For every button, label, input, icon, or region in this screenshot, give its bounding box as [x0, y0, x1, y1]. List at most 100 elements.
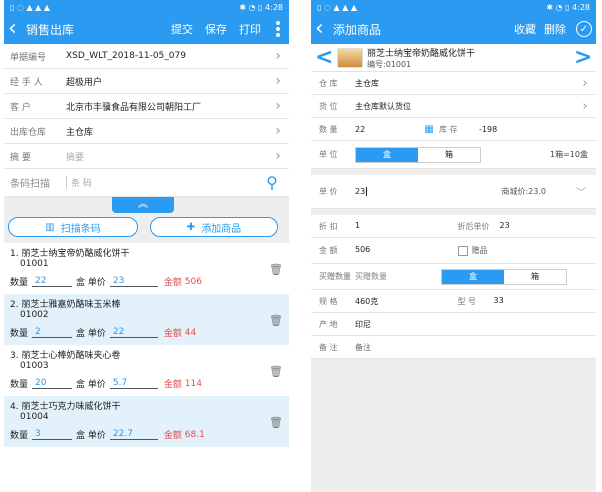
plus-icon: ✚: [186, 221, 196, 233]
app-bar: ‹ 销售出库 提交 保存 打印: [4, 14, 289, 44]
customer-row[interactable]: 客 户 北京市丰骥食品有限公司朝阳工厂 ›: [4, 94, 289, 119]
price-input[interactable]: 23: [355, 187, 368, 196]
print-button[interactable]: 打印: [239, 21, 261, 37]
item-name: 丽芝士雅嘉奶酪味玉米棒: [21, 300, 121, 310]
status-bar: ▯ ◌ ▲ ▲ ▲ ✱ ◔ ▯ 4:28: [311, 0, 596, 14]
calculator-icon[interactable]: ▦: [419, 124, 439, 135]
doc-number-row[interactable]: 单据编号 XSD_WLT_2018-11-05_079 ›: [4, 44, 289, 69]
trash-icon[interactable]: 🗑: [269, 263, 283, 276]
collapse-chevron-icon[interactable]: ︽: [112, 197, 174, 213]
more-menu-icon[interactable]: [271, 20, 285, 38]
status-left: ▯ ◌ ▲ ▲ ▲: [317, 2, 358, 12]
after-discount-label: 折后单价: [457, 221, 490, 231]
quantity-row: 数 量 22 ▦ 库 存 -198: [311, 118, 596, 141]
field-label: 条码扫描: [10, 179, 50, 190]
list-item[interactable]: 1. 丽芝士纳宝帝奶酪威化饼干 01001 数量 22 盒 单价 23 金额 5…: [4, 243, 289, 294]
stock-value: -198: [479, 124, 498, 134]
favorite-button[interactable]: 收藏: [514, 21, 536, 37]
price-input[interactable]: 22: [109, 327, 158, 338]
page-title: 销售出库: [26, 22, 75, 37]
amount-label: 金额: [163, 380, 182, 390]
item-code: 01004: [20, 412, 49, 422]
save-button[interactable]: 保存: [205, 21, 227, 37]
qty-input[interactable]: 2: [32, 327, 73, 338]
page-title: 添加商品: [333, 22, 382, 37]
list-item[interactable]: 2. 丽芝士雅嘉奶酪味玉米棒 01002 数量 2 盒 单价 22 金额 44 …: [4, 294, 289, 345]
item-name: 丽芝士巧克力味威化饼干: [21, 402, 121, 412]
item-code: 01001: [20, 259, 49, 269]
trash-icon[interactable]: 🗑: [269, 314, 283, 327]
discount-input[interactable]: 1: [355, 221, 360, 232]
item-name: 丽芝士纳宝帝奶酪威化饼干: [21, 249, 130, 259]
submit-button[interactable]: 提交: [171, 21, 193, 37]
status-right: ✱ ◔ ▯ 4:28: [239, 2, 283, 12]
handler-row[interactable]: 经 手 人 超极用户 ›: [4, 69, 289, 94]
gift-unit-option-case[interactable]: 箱: [504, 270, 566, 284]
warehouse-row[interactable]: 仓 库 主仓库 ›: [311, 72, 596, 95]
amount-value: 68.1: [184, 429, 205, 440]
field-label: 买赠数量: [319, 272, 351, 281]
field-label: 数 量: [319, 124, 338, 134]
warehouse-value: 主仓库: [66, 127, 94, 138]
chevron-right-icon: ›: [582, 75, 588, 91]
prev-product-icon[interactable]: <: [315, 45, 333, 70]
spec-row: 规 格 460克 型 号 33: [311, 290, 596, 313]
mall-price: 商城价:23.0: [501, 187, 546, 196]
list-item[interactable]: 4. 丽芝士巧克力味威化饼干 01004 数量 3 盒 单价 22.7 金额 6…: [4, 396, 289, 447]
trash-icon[interactable]: 🗑: [269, 416, 283, 429]
confirm-check-icon[interactable]: ✓: [576, 21, 592, 37]
stock-label: 库 存: [439, 124, 458, 134]
item-index: 4.: [10, 402, 19, 412]
location-row[interactable]: 货 位 主仓库默认货位 ›: [311, 95, 596, 118]
doc-number-value: XSD_WLT_2018-11-05_079: [66, 51, 186, 61]
barcode-scan-row: 条码扫描 条 码 ⚲: [4, 169, 289, 197]
price-input[interactable]: 5.7: [109, 378, 158, 389]
field-label: 单 价: [319, 187, 338, 196]
unit-price-label: 盒 单价: [76, 431, 106, 441]
price-input[interactable]: 22.7: [109, 429, 158, 440]
summary-row[interactable]: 摘 要 摘要 ›: [4, 144, 289, 169]
barcode-input[interactable]: 条 码: [66, 176, 261, 189]
amount-input[interactable]: 506: [355, 245, 370, 256]
chevron-down-icon[interactable]: ﹀: [576, 184, 586, 199]
summary-input[interactable]: 摘要: [66, 150, 271, 163]
qty-input[interactable]: 3: [32, 429, 73, 440]
amount-value: 114: [184, 378, 202, 389]
quantity-input[interactable]: 22: [355, 125, 419, 134]
handler-value: 超极用户: [66, 77, 103, 88]
customer-value: 北京市丰骥食品有限公司朝阳工厂: [66, 102, 202, 113]
warehouse-row[interactable]: 出库仓库 主仓库 ›: [4, 119, 289, 144]
warehouse-value: 主仓库: [355, 78, 379, 88]
unit-option-box[interactable]: 盒: [356, 147, 418, 162]
back-icon[interactable]: ‹: [8, 18, 24, 40]
status-bar: ▯ ◌ ▲ ▲ ▲ ✱ ◔ ▯ 4:28: [4, 0, 289, 14]
chevron-right-icon: ›: [275, 98, 281, 114]
list-item[interactable]: 3. 丽芝士心棒奶酪味夹心卷 01003 数量 20 盒 单价 5.7 金额 1…: [4, 345, 289, 396]
trash-icon[interactable]: 🗑: [269, 365, 283, 378]
back-icon[interactable]: ‹: [315, 18, 331, 40]
gift-unit-option-box[interactable]: 盒: [442, 269, 504, 284]
unit-option-case[interactable]: 箱: [418, 148, 480, 162]
item-code: 01002: [20, 310, 49, 320]
field-label: 出库仓库: [10, 127, 47, 138]
qty-input[interactable]: 22: [32, 276, 73, 287]
qty-input[interactable]: 20: [32, 378, 73, 389]
amount-row: 金 额 506 赠品: [311, 238, 596, 264]
qty-label: 数量: [10, 431, 29, 441]
spec-value: 460克: [355, 296, 379, 306]
unit-price-label: 盒 单价: [76, 278, 106, 288]
search-icon[interactable]: ⚲: [261, 172, 283, 194]
note-input[interactable]: 备注: [355, 342, 596, 353]
gift-label: 赠品: [471, 246, 488, 255]
note-row: 备 注 备注: [311, 336, 596, 359]
origin-value: 印尼: [355, 319, 371, 329]
scan-barcode-button[interactable]: ▥ 扫描条码: [8, 217, 138, 237]
add-product-button[interactable]: ✚ 添加商品: [150, 217, 278, 237]
next-product-icon[interactable]: >: [574, 45, 592, 70]
amount-label: 金额: [163, 329, 182, 339]
gift-qty-input[interactable]: 买赠数量: [355, 271, 441, 282]
delete-button[interactable]: 删除: [544, 21, 566, 37]
gift-checkbox[interactable]: [457, 245, 468, 256]
price-input[interactable]: 23: [109, 276, 158, 287]
discount-row: 折 扣 1 折后单价 23: [311, 215, 596, 238]
